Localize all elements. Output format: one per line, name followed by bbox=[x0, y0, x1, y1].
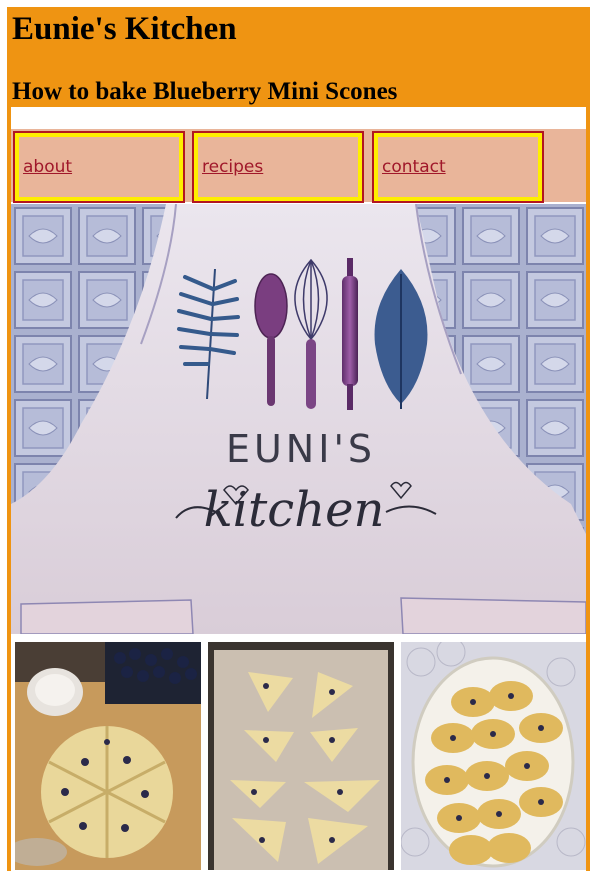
page: Eunie's Kitchen How to bake Blueberry Mi… bbox=[0, 0, 595, 878]
main-nav: about recipes contact bbox=[11, 129, 586, 203]
apron-text-bottom: kitchen bbox=[204, 482, 385, 538]
apron-illustration: EUNI'S kitchen bbox=[11, 204, 586, 634]
nav-link-recipes[interactable]: recipes bbox=[202, 157, 263, 177]
nav-item-recipes[interactable]: recipes bbox=[192, 131, 364, 203]
apron-text-top: EUNI'S bbox=[226, 427, 376, 471]
page-title: How to bake Blueberry Mini Scones bbox=[12, 78, 398, 105]
scones-on-tray-photo bbox=[208, 642, 394, 870]
baked-scones-bowl-photo bbox=[401, 642, 586, 870]
site-header: Eunie's Kitchen How to bake Blueberry Mi… bbox=[7, 7, 590, 107]
nav-item-about[interactable]: about bbox=[13, 131, 185, 203]
nav-link-about[interactable]: about bbox=[23, 157, 72, 177]
photo-gallery bbox=[11, 638, 586, 870]
nav-link-contact[interactable]: contact bbox=[382, 157, 446, 177]
site-title: Eunie's Kitchen bbox=[12, 11, 237, 47]
nav-item-contact[interactable]: contact bbox=[372, 131, 544, 203]
scone-dough-photo bbox=[15, 642, 201, 870]
hero-apron-image: EUNI'S kitchen bbox=[11, 204, 586, 634]
